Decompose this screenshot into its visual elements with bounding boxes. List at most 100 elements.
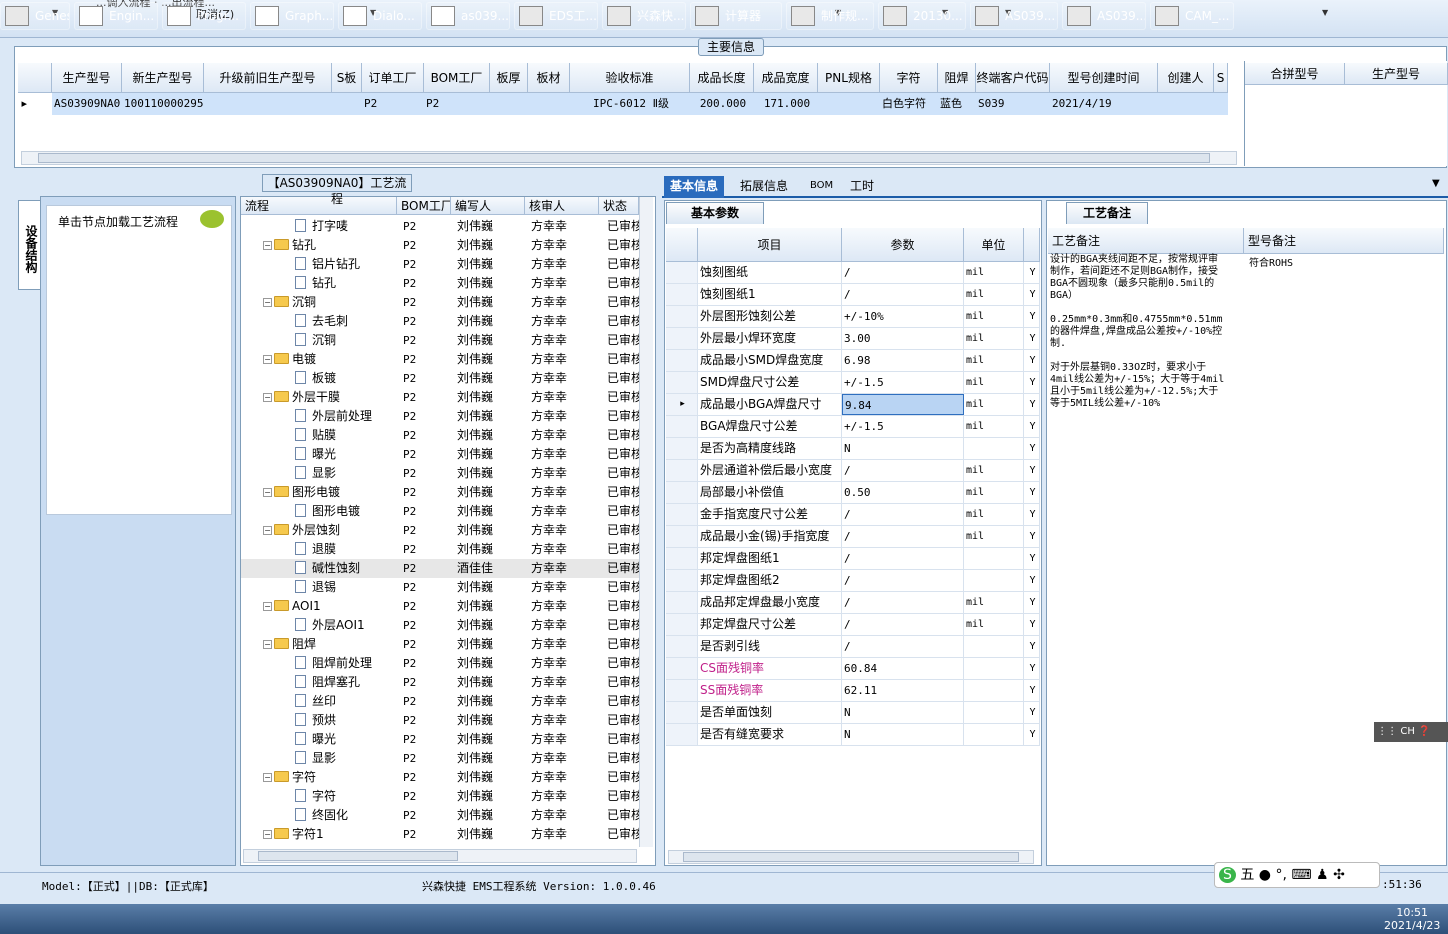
collapse-icon[interactable]: −	[263, 355, 272, 364]
param-value[interactable]: /	[842, 504, 964, 525]
main-cell[interactable]	[1214, 93, 1228, 115]
sogou-icon[interactable]: S	[1219, 867, 1236, 883]
process-tree-row[interactable]: 阻焊塞孔 P2 刘伟巍 方幸幸 已审核	[241, 673, 641, 692]
column-header-unit[interactable]: 单位	[964, 228, 1024, 262]
process-tree-row[interactable]: 图形电镀 P2 刘伟巍 方幸幸 已审核	[241, 502, 641, 521]
process-tree-row[interactable]: 阻焊前处理 P2 刘伟巍 方幸幸 已审核	[241, 654, 641, 673]
param-value[interactable]: /	[842, 592, 964, 613]
process-tree-row[interactable]: 打字唛 P2 刘伟巍 方幸幸 已审核	[241, 217, 641, 236]
keyboard-icon[interactable]: ⌨	[1291, 867, 1311, 883]
param-value[interactable]: +/-10%	[842, 306, 964, 327]
grid-icon[interactable]: ✣	[1333, 867, 1345, 883]
param-row[interactable]: 蚀刻图纸1/mil Y	[666, 284, 1040, 306]
param-row[interactable]: 金手指宽度尺寸公差 / mil Y	[666, 504, 1040, 526]
process-tree-row[interactable]: 贴膜 P2 刘伟巍 方幸幸 已审核	[241, 426, 641, 445]
process-tree-row[interactable]: 字符 P2 刘伟巍 方幸幸 已审核	[241, 787, 641, 806]
taskbar-item[interactable]: Genesis	[0, 2, 70, 30]
process-tree-row[interactable]: − 字符 P2 刘伟巍 方幸幸 已审核	[241, 768, 641, 787]
param-value[interactable]: /	[842, 636, 964, 657]
main-column-header[interactable]: 验收标准	[570, 63, 690, 93]
param-row[interactable]: 外层通道补偿后最小宽度 / mil Y	[666, 460, 1040, 482]
main-cell[interactable]: P2	[362, 93, 424, 115]
taskbar-item[interactable]: Engin...	[74, 2, 158, 30]
tab-extended-info[interactable]: 拓展信息	[734, 176, 794, 198]
process-tree-row[interactable]: 显影 P2 刘伟巍 方幸幸 已审核	[241, 464, 641, 483]
collapse-icon[interactable]: −	[263, 298, 272, 307]
language-indicator[interactable]: ⋮⋮ CH ❓	[1374, 722, 1448, 742]
param-row[interactable]: 是否有缝宽要求 N Y	[666, 724, 1040, 746]
process-tree-row[interactable]: − 图形电镀 P2 刘伟巍 方幸幸 已审核	[241, 483, 641, 502]
main-cell[interactable]: 200.000	[690, 93, 754, 115]
param-row[interactable]: 是否单面蚀刻 N Y	[666, 702, 1040, 724]
process-tree-vscrollbar[interactable]	[639, 197, 653, 847]
param-value[interactable]: /	[842, 570, 964, 591]
user-icon[interactable]: ♟	[1316, 867, 1329, 883]
process-tree-row[interactable]: 终固化 P2 刘伟巍 方幸幸 已审核	[241, 806, 641, 825]
process-tree-row[interactable]: 丝印 P2 刘伟巍 方幸幸 已审核	[241, 692, 641, 711]
taskbar-item[interactable]: 兴森快...	[602, 2, 686, 30]
taskbar-item[interactable]: 计算器	[690, 2, 782, 30]
param-value[interactable]: 6.98	[842, 350, 964, 371]
equipment-structure-tab[interactable]: 设备结构	[18, 200, 40, 290]
collapse-icon[interactable]: −	[263, 602, 272, 611]
param-value[interactable]: /	[842, 460, 964, 481]
main-column-header[interactable]: 板厚	[490, 63, 528, 93]
param-row[interactable]: 邦定焊盘尺寸公差 / mil Y	[666, 614, 1040, 636]
tab-work-hours[interactable]: 工时	[844, 176, 880, 198]
main-cell[interactable]: 171.000	[754, 93, 818, 115]
param-row[interactable]: 是否剥引线 / Y	[666, 636, 1040, 658]
param-value[interactable]: 9.84	[842, 394, 964, 415]
process-tree-row[interactable]: − 沉铜 P2 刘伟巍 方幸幸 已审核	[241, 293, 641, 312]
main-column-header[interactable]: 阻焊	[938, 63, 976, 93]
process-tree-row[interactable]: − 外层蚀刻 P2 刘伟巍 方幸幸 已审核	[241, 521, 641, 540]
process-tree-row[interactable]: − 外层干膜 P2 刘伟巍 方幸幸 已审核	[241, 388, 641, 407]
taskbar-item[interactable]: CAM_...	[1150, 2, 1234, 30]
process-tree-row[interactable]: 外层前处理 P2 刘伟巍 方幸幸 已审核	[241, 407, 641, 426]
collapse-icon[interactable]: −	[263, 488, 272, 497]
ime-dot-icon[interactable]: ●	[1259, 867, 1271, 883]
main-cell[interactable]: AS03909NA0	[52, 93, 122, 115]
param-row[interactable]: 外层图形蚀刻公差 +/-10% mil Y	[666, 306, 1040, 328]
basic-params-tab[interactable]: 基本参数	[666, 202, 764, 224]
param-value[interactable]: /	[842, 548, 964, 569]
collapse-icon[interactable]: −	[263, 773, 272, 782]
process-tree-row[interactable]: 退膜 P2 刘伟巍 方幸幸 已审核	[241, 540, 641, 559]
tab-basic-info[interactable]: 基本信息	[664, 176, 725, 198]
column-header-param[interactable]: 参数	[842, 228, 964, 262]
main-column-header[interactable]: S板	[332, 63, 362, 93]
param-value[interactable]: +/-1.5	[842, 416, 964, 437]
param-row[interactable]: 成品最小SMD焊盘宽度 6.98 mil Y	[666, 350, 1040, 372]
process-remark-text[interactable]: 设计的BGA夹线间距不足，按常规评审制作，若间距还不足则BGA制作，接受BGA不…	[1050, 254, 1226, 410]
main-column-header[interactable]: 新生产型号	[122, 63, 204, 93]
ime-punct-icon[interactable]: °,	[1275, 867, 1286, 883]
param-row[interactable]: 局部最小补偿值 0.50 mil Y	[666, 482, 1040, 504]
main-cell[interactable]	[528, 93, 570, 115]
main-column-header[interactable]: 终端客户代码	[976, 63, 1050, 93]
taskbar-item[interactable]: Graph...	[250, 2, 334, 30]
main-grid-hscrollbar[interactable]	[21, 151, 1237, 165]
main-column-header[interactable]: S	[1214, 63, 1228, 93]
main-column-header[interactable]: 创建人	[1158, 63, 1214, 93]
taskbar-item[interactable]: EDS工...	[514, 2, 598, 30]
process-tree-row[interactable]: 钻孔 P2 刘伟巍 方幸幸 已审核	[241, 274, 641, 293]
taskbar-item[interactable]: Dialo...	[338, 2, 422, 30]
main-column-header[interactable]: PNL规格	[818, 63, 880, 93]
param-row[interactable]: 成品邦定焊盘最小宽度 / mil Y	[666, 592, 1040, 614]
model-remark-text[interactable]: 符合ROHS	[1249, 254, 1293, 269]
help-icon[interactable]: ❓	[1418, 726, 1430, 737]
param-value[interactable]: N	[842, 702, 964, 723]
param-row[interactable]: CS面残铜率 60.84 Y	[666, 658, 1040, 680]
tab-overflow-icon[interactable]: ▼	[1432, 178, 1440, 189]
param-row[interactable]: BGA焊盘尺寸公差 +/-1.5 mil Y	[666, 416, 1040, 438]
main-cell[interactable]	[1158, 93, 1214, 115]
process-tree-row[interactable]: 曝光 P2 刘伟巍 方幸幸 已审核	[241, 445, 641, 464]
main-cell[interactable]: 蓝色	[938, 93, 976, 115]
param-row[interactable]: 邦定焊盘图纸1/ Y	[666, 548, 1040, 570]
main-column-header[interactable]: 字符	[880, 63, 938, 93]
column-header-item[interactable]: 项目	[698, 228, 842, 262]
main-column-header[interactable]: 生产型号	[52, 63, 122, 93]
process-tree-row[interactable]: 板镀 P2 刘伟巍 方幸幸 已审核	[241, 369, 641, 388]
ime-mode-label[interactable]: 五	[1240, 867, 1254, 883]
params-hscrollbar[interactable]	[668, 850, 1034, 864]
main-cell[interactable]: 白色字符	[880, 93, 938, 115]
